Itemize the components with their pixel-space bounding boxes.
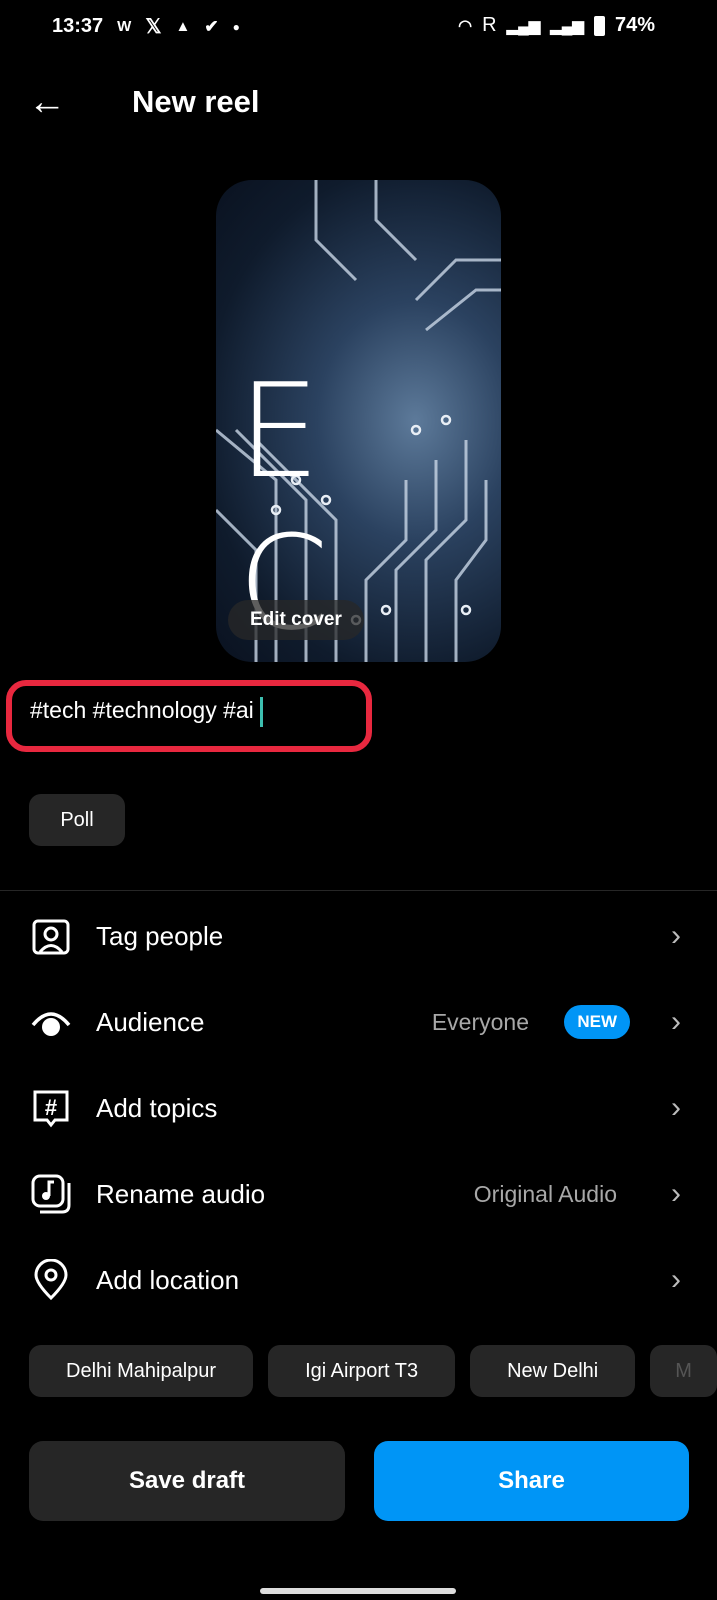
back-arrow-icon[interactable]: ← [28, 82, 66, 122]
page-title: New reel [132, 84, 260, 119]
warning-icon: ▲ [175, 18, 191, 35]
location-chip[interactable]: Igi Airport T3 [268, 1345, 456, 1397]
caption-text: #tech #technology #ai [30, 697, 254, 724]
poll-button[interactable]: Poll [29, 794, 125, 846]
edit-cover-button[interactable]: Edit cover [228, 600, 364, 640]
tag-people-icon [32, 919, 70, 955]
location-icon [34, 1259, 68, 1301]
reel-cover[interactable]: E C Edit cover [216, 180, 501, 662]
signal-icon: ▂▄▆ [506, 17, 541, 35]
location-chip[interactable]: M [650, 1345, 717, 1397]
location-chip[interactable]: Delhi Mahipalpur [29, 1345, 254, 1397]
location-suggestions: Delhi Mahipalpur Igi Airport T3 New Delh… [29, 1345, 717, 1397]
battery-icon [593, 15, 605, 36]
chevron-right-icon: › [671, 919, 681, 952]
add-location-row[interactable]: Add location › [0, 1236, 717, 1324]
audience-value: Everyone [431, 1008, 529, 1035]
tag-people-row[interactable]: Tag people › [0, 892, 717, 980]
hashtag-icon: # [33, 1090, 69, 1128]
divider [0, 890, 717, 891]
share-button[interactable]: Share [374, 1441, 689, 1521]
audio-value: Original Audio [473, 1180, 617, 1207]
add-topics-row[interactable]: # Add topics › [0, 1064, 717, 1152]
tag-people-label: Tag people [96, 920, 224, 951]
svg-text:#: # [45, 1095, 57, 1120]
x-icon: 𝕏 [145, 16, 162, 38]
chevron-right-icon: › [671, 1177, 681, 1210]
audience-row[interactable]: Audience Everyone NEW › [0, 978, 717, 1066]
header: ← New reel [0, 78, 717, 128]
audience-icon [31, 1012, 71, 1036]
wikipedia-icon: W [117, 18, 132, 35]
download-done-icon: ✔ [204, 16, 219, 36]
add-topics-label: Add topics [96, 1092, 218, 1123]
status-bar: 13:37 W 𝕏 ▲ ✔ ● ◠ R ▂▄▆ ▂▄▆ 74% [0, 10, 717, 44]
text-cursor [259, 697, 263, 727]
chevron-right-icon: › [671, 1005, 681, 1038]
audience-label: Audience [96, 1006, 205, 1037]
audio-icon [31, 1174, 71, 1214]
location-chip[interactable]: New Delhi [470, 1345, 636, 1397]
clock: 13:37 [52, 15, 104, 37]
rename-audio-label: Rename audio [96, 1178, 266, 1209]
roaming-indicator: R [482, 14, 497, 36]
home-indicator[interactable] [260, 1588, 456, 1594]
chevron-right-icon: › [671, 1263, 681, 1296]
add-location-label: Add location [96, 1264, 240, 1295]
battery-level: 74% [614, 14, 655, 36]
chevron-right-icon: › [671, 1091, 681, 1124]
save-draft-button[interactable]: Save draft [29, 1441, 345, 1521]
caption-input[interactable]: #tech #technology #ai [30, 697, 263, 727]
dot-icon: ● [232, 19, 240, 34]
signal-icon: ▂▄▆ [550, 17, 584, 35]
rename-audio-row[interactable]: Rename audio Original Audio › [0, 1150, 717, 1238]
new-badge: NEW [564, 1005, 630, 1039]
wifi-icon: ◠ [458, 17, 473, 35]
